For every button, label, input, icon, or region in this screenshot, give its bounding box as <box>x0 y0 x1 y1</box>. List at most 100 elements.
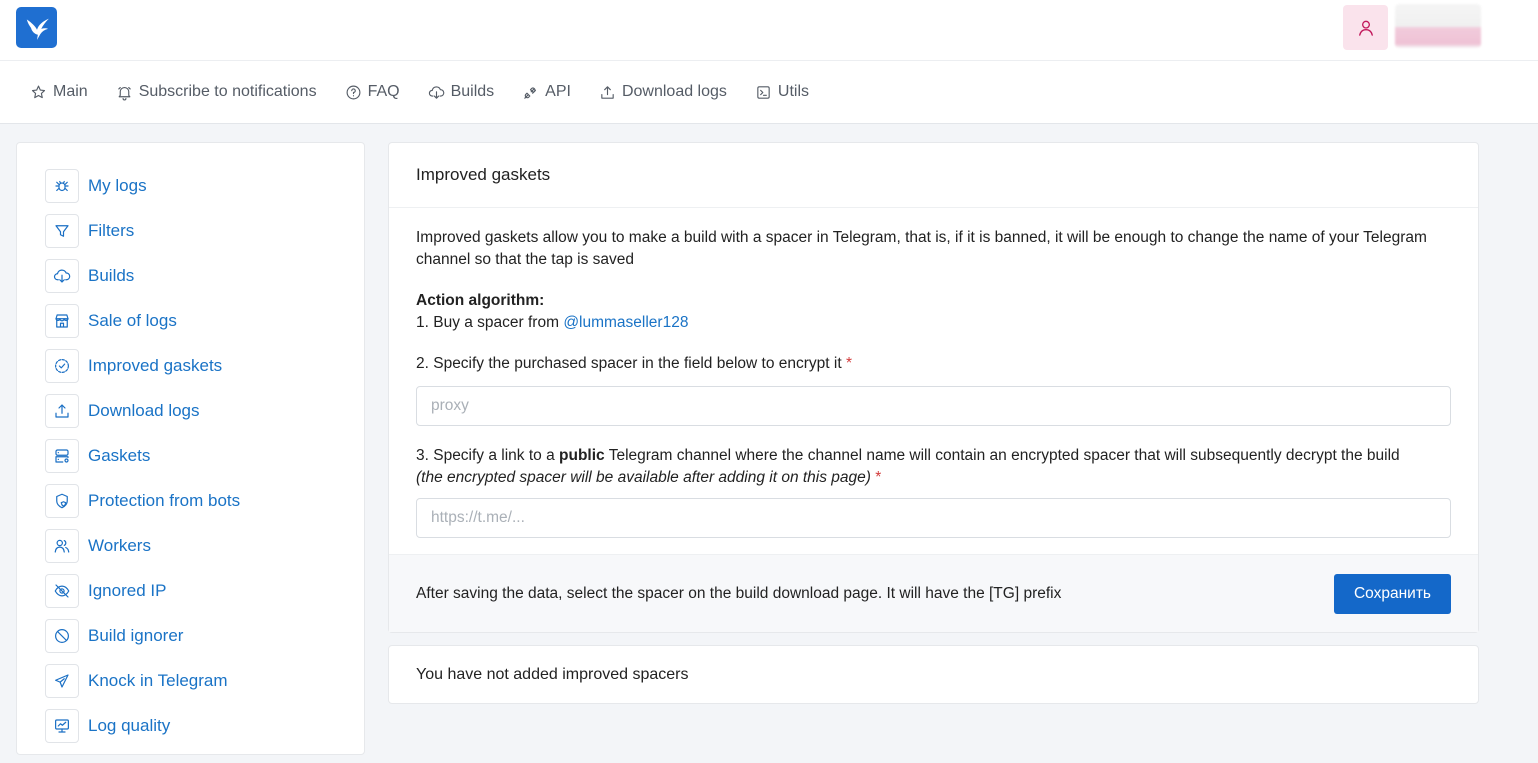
sidebar-item-label: Protection from bots <box>88 490 241 510</box>
upload-icon <box>601 85 614 99</box>
shield-star-icon <box>56 493 68 508</box>
step-1-text: 1. Buy a spacer from <box>416 314 564 331</box>
star-icon <box>31 85 46 98</box>
sidebar-item-ignored-ip[interactable]: Ignored IP <box>17 568 364 613</box>
monitor-chart-icon <box>55 718 69 733</box>
store-icon <box>55 313 69 328</box>
sidebar-item-my-logs[interactable]: My logs <box>17 163 364 208</box>
user-avatar[interactable] <box>1343 5 1388 50</box>
plug-icon <box>524 86 537 99</box>
proxy-input[interactable] <box>416 386 1451 426</box>
empty-state-text: You have not added improved spacers <box>416 665 689 683</box>
nav-label: Builds <box>450 83 495 100</box>
card-body: Improved gaskets allow you to make a bui… <box>389 208 1478 538</box>
nav-utils[interactable]: Utils <box>755 83 809 101</box>
hummingbird-logo-icon[interactable] <box>16 7 57 48</box>
users-icon <box>54 539 70 553</box>
sidebar-item-knock-in-telegram[interactable]: Knock in Telegram <box>17 658 364 703</box>
badge-check-icon <box>55 358 69 373</box>
sidebar-item-label: Knock in Telegram <box>88 670 228 690</box>
eye-off-icon <box>54 583 70 598</box>
sidebar-icon-box <box>45 393 79 428</box>
nav-label: FAQ <box>367 83 400 100</box>
sidebar-item-label: Filters <box>88 220 135 240</box>
sidebar-item-builds[interactable]: Builds <box>17 253 364 298</box>
bug-icon <box>55 180 69 191</box>
step-3-suffix: Telegram channel where the channel name … <box>604 447 1400 464</box>
nav-label: Utils <box>777 83 810 100</box>
nav-download-logs[interactable]: Download logs <box>599 83 727 101</box>
sidebar-item-label: Builds <box>88 265 135 285</box>
intro-text: Improved gaskets allow you to make a bui… <box>416 229 1427 268</box>
sidebar-icon-box <box>45 573 79 608</box>
nav-builds[interactable]: Builds <box>428 83 495 101</box>
question-circle-icon <box>346 85 361 99</box>
sidebar-item-label: Ignored IP <box>88 580 167 600</box>
sidebar-item-improved-gaskets[interactable]: Improved gaskets <box>17 343 364 388</box>
step-3: 3. Specify a link to a public Telegram c… <box>416 445 1451 467</box>
server-gear-icon <box>55 448 69 463</box>
algorithm-heading-text: Action algorithm: <box>416 292 545 309</box>
upload-icon <box>55 403 69 418</box>
nav-faq[interactable]: FAQ <box>345 83 400 101</box>
sidebar-item-label: Build ignorer <box>88 625 184 645</box>
sidebar-item-workers[interactable]: Workers <box>17 523 364 568</box>
spacers-list-card: You have not added improved spacers <box>388 645 1479 704</box>
nav-label: Main <box>53 83 88 100</box>
telegram-icon <box>55 673 69 688</box>
sidebar-icon-box <box>45 483 79 518</box>
sidebar-item-build-ignorer[interactable]: Build ignorer <box>17 613 364 658</box>
step-1: 1. Buy a spacer from @lummaseller128 <box>416 312 1451 334</box>
footer-hint: After saving the data, select the spacer… <box>416 584 1062 602</box>
nav-api[interactable]: API <box>522 83 571 101</box>
sidebar-icon-box <box>45 213 79 248</box>
sidebar-item-log-quality[interactable]: Log quality <box>17 703 364 748</box>
sidebar-icon-box <box>45 528 79 563</box>
bell-icon <box>117 86 131 100</box>
required-mark: * <box>845 355 852 372</box>
nav-subscribe-notifications[interactable]: Subscribe to notifications <box>116 83 317 101</box>
step-2: 2. Specify the purchased spacer in the f… <box>416 353 1451 375</box>
card-footer: After saving the data, select the spacer… <box>389 554 1478 632</box>
step-3-bold: public <box>559 447 605 464</box>
cloud-download-icon <box>53 269 71 283</box>
sidebar-icon-box <box>45 438 79 473</box>
sidebar-icon-box <box>45 303 79 338</box>
sidebar-icon-box <box>45 618 79 653</box>
user-icon <box>1358 20 1373 36</box>
nav-main[interactable]: Main <box>30 83 88 101</box>
sidebar-icon-box <box>45 348 79 383</box>
nav-label: Download logs <box>621 83 727 100</box>
save-button[interactable]: Сохранить <box>1334 573 1451 614</box>
sidebar-item-label: Log quality <box>88 715 171 735</box>
sidebar-item-gaskets[interactable]: Gaskets <box>17 433 364 478</box>
terminal-icon <box>757 85 770 99</box>
step-3-note-text: (the encrypted spacer will be available … <box>416 469 871 486</box>
sidebar-item-sale-of-logs[interactable]: Sale of logs <box>17 298 364 343</box>
nav-label: API <box>545 83 571 100</box>
sidebar-item-filters[interactable]: Filters <box>17 208 364 253</box>
cloud-download-icon <box>428 85 444 99</box>
user-name-blurred[interactable] <box>1395 4 1481 48</box>
telegram-channel-input[interactable] <box>416 498 1451 538</box>
sidebar-item-protection-from-bots[interactable]: Protection from bots <box>17 478 364 523</box>
sidebar-item-label: Workers <box>88 535 151 555</box>
step-2-text: 2. Specify the purchased spacer in the f… <box>416 355 842 372</box>
algorithm-heading: Action algorithm: <box>416 290 1451 312</box>
improved-gaskets-card: Improved gaskets Improved gaskets allow … <box>388 142 1479 633</box>
sidebar-item-label: Improved gaskets <box>88 355 223 375</box>
top-bar <box>0 0 1538 61</box>
sidebar-item-label: Sale of logs <box>88 310 177 330</box>
page-title: Improved gaskets <box>389 143 1478 208</box>
main-navigation: Main Subscribe to notifications FAQ Buil… <box>0 61 1538 124</box>
sidebar-icon-box <box>45 708 79 743</box>
sidebar-icon-box <box>45 168 79 203</box>
sidebar-item-label: Gaskets <box>88 445 151 465</box>
sidebar-item-download-logs[interactable]: Download logs <box>17 388 364 433</box>
filter-icon <box>55 224 69 237</box>
sidebar: My logs Filters Builds Sale of logs Impr… <box>16 142 365 755</box>
sidebar-icon-box <box>45 258 79 293</box>
ban-icon <box>55 628 69 643</box>
sidebar-item-label: My logs <box>88 175 147 195</box>
seller-link[interactable]: @lummaseller128 <box>563 314 688 331</box>
